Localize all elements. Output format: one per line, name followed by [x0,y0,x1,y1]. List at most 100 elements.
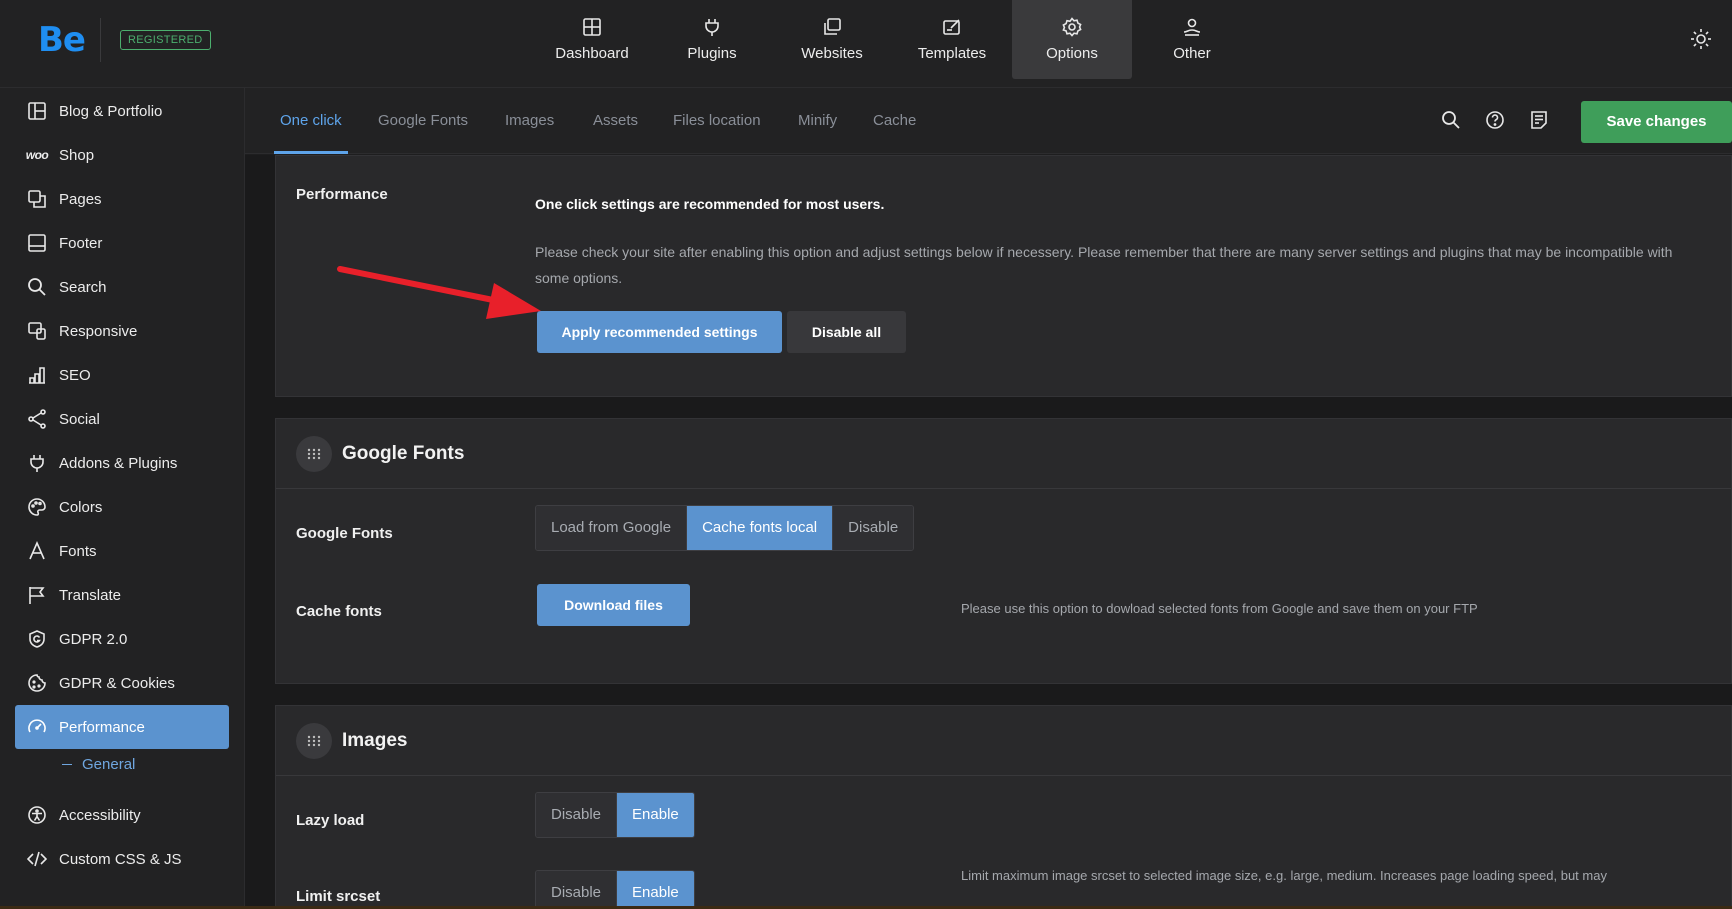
tab-bar: One click Google Fonts Images Assets Fil… [245,88,1732,154]
sidebar-item-fonts[interactable]: Fonts [15,529,229,573]
option-disable[interactable]: Disable [536,793,618,837]
share-icon [28,409,46,429]
sidebar-item-gdpr[interactable]: GDPR 2.0 [15,617,229,661]
search-button[interactable] [1441,110,1461,135]
tab-minify[interactable]: Minify [798,88,837,154]
flag-icon [29,587,45,604]
sidebar-item-shop[interactable]: woo Shop [15,133,229,177]
tab-files-location[interactable]: Files location [673,88,761,154]
top-bar: Be REGISTERED Dashboard Plugins Websites… [0,0,1732,88]
option-enable[interactable]: Enable [617,871,694,909]
nav-label: Plugins [687,45,737,62]
seo-icon [29,367,45,384]
google-fonts-header: Google Fonts [276,419,1731,489]
sidebar-item-label: Footer [59,234,103,252]
nav-other[interactable]: Other [1132,0,1252,79]
registered-badge: REGISTERED [120,30,211,50]
dash [62,764,72,765]
sidebar-item-gdpr-cookies[interactable]: GDPR & Cookies [15,661,229,705]
nav-websites[interactable]: Websites [772,0,892,79]
lazy-load-selector: Disable Enable [535,792,695,838]
google-fonts-label: Google Fonts [296,525,393,542]
top-nav: Dashboard Plugins Websites Templates Opt… [532,0,1252,79]
sidebar-item-label: Search [59,278,107,296]
apply-recommended-button[interactable]: Apply recommended settings [537,311,782,353]
templates-icon [943,19,960,35]
sidebar-item-search[interactable]: Search [15,265,229,309]
dashboard-icon [583,18,601,36]
sidebar: Blog & Portfolio woo Shop Pages Footer S… [0,88,245,909]
websites-icon [824,18,841,35]
performance-heading: One click settings are recommended for m… [535,196,885,212]
theme-toggle[interactable] [1690,28,1712,55]
performance-description: Please check your site after enabling th… [535,244,1673,286]
sidebar-item-label: Performance [59,718,145,736]
cache-fonts-label: Cache fonts [296,603,382,620]
option-enable[interactable]: Enable [617,793,694,837]
sidebar-item-addons-plugins[interactable]: Addons & Plugins [15,441,229,485]
nav-label: Dashboard [555,45,629,62]
sidebar-item-accessibility[interactable]: Accessibility [15,793,229,837]
grip-dots-icon [307,735,321,746]
logo[interactable]: Be [38,20,86,60]
tab-assets[interactable]: Assets [593,88,638,154]
main-content: Performance One click settings are recom… [245,155,1732,909]
shield-icon [29,630,45,648]
sidebar-item-footer[interactable]: Footer [15,221,229,265]
nav-plugins[interactable]: Plugins [652,0,772,79]
sidebar-item-translate[interactable]: Translate [15,573,229,617]
option-disable[interactable]: Disable [833,506,914,550]
notes-button[interactable] [1529,110,1549,135]
nav-label: Other [1173,45,1211,62]
divider [100,18,101,62]
sidebar-item-performance[interactable]: Performance [15,705,229,749]
nav-templates[interactable]: Templates [892,0,1012,79]
option-cache-fonts-local[interactable]: Cache fonts local [687,506,834,550]
performance-card: Performance One click settings are recom… [275,155,1732,397]
sidebar-item-seo[interactable]: SEO [15,353,229,397]
images-card: Images Lazy load Disable Enable Limit sr… [275,705,1732,909]
user-hand-icon [1183,18,1201,36]
footer-icon [28,234,46,252]
download-files-button[interactable]: Download files [537,584,690,626]
sidebar-item-label: Responsive [59,322,138,340]
sidebar-item-blog-portfolio[interactable]: Blog & Portfolio [15,89,229,133]
accessibility-icon [28,806,46,824]
sidebar-subitem-general[interactable]: General [62,756,135,773]
section-title: Google Fonts [342,442,465,464]
save-button[interactable]: Save changes [1581,101,1732,143]
option-disable[interactable]: Disable [536,871,618,909]
tab-cache[interactable]: Cache [873,88,916,154]
tab-images[interactable]: Images [505,88,554,154]
drag-handle[interactable] [296,722,332,759]
sun-icon [1691,29,1711,49]
pages-icon [28,190,46,208]
help-button[interactable] [1485,110,1505,135]
tab-google-fonts[interactable]: Google Fonts [378,88,468,154]
nav-label: Websites [801,45,863,62]
option-load-from-google[interactable]: Load from Google [536,506,688,550]
help-icon [1486,111,1504,129]
sidebar-item-label: GDPR 2.0 [59,630,128,648]
speedometer-icon [28,719,46,733]
nav-options[interactable]: Options [1012,0,1132,79]
google-fonts-card: Google Fonts Google Fonts Load from Goog… [275,418,1732,684]
disable-all-button[interactable]: Disable all [787,311,906,353]
sidebar-item-custom-css-js[interactable]: Custom CSS & JS [15,837,229,881]
sidebar-item-label: Translate [59,586,121,604]
sidebar-item-colors[interactable]: Colors [15,485,229,529]
plug-icon [30,455,44,472]
sidebar-item-responsive[interactable]: Responsive [15,309,229,353]
sidebar-item-label: SEO [59,366,91,384]
sidebar-item-social[interactable]: Social [15,397,229,441]
nav-dashboard[interactable]: Dashboard [532,0,652,79]
tab-one-click[interactable]: One click [274,88,348,154]
sidebar-item-pages[interactable]: Pages [15,177,229,221]
sidebar-item-label: Fonts [59,542,97,560]
google-fonts-selector: Load from Google Cache fonts local Disab… [535,505,915,551]
code-icon [27,851,47,867]
nav-label: Options [1046,45,1098,62]
drag-handle[interactable] [296,435,332,472]
sidebar-item-label: Social [59,410,100,428]
srcset-selector: Disable Enable [535,870,695,909]
